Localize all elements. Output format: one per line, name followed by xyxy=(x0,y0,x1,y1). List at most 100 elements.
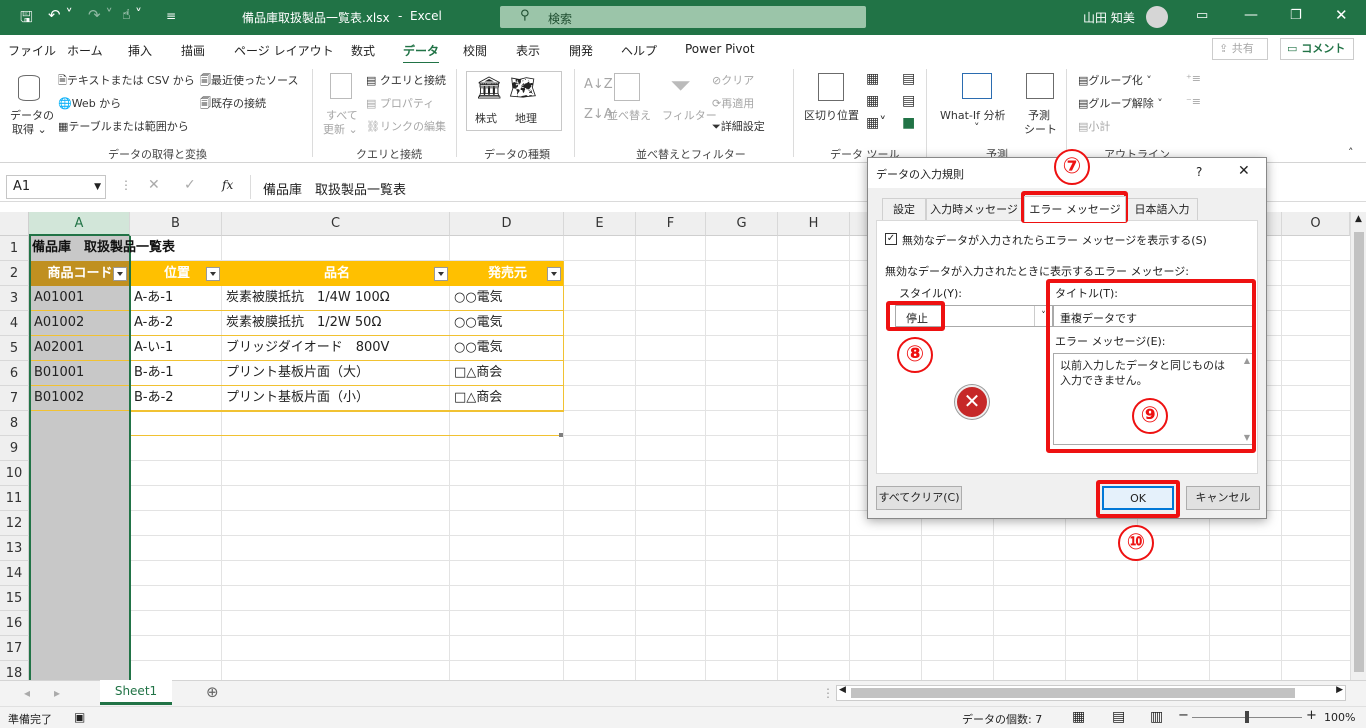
comments-button[interactable]: ▭ コメント xyxy=(1280,38,1354,60)
consolidate-icon[interactable]: ▤ xyxy=(902,71,915,87)
filter-dropdown-icon[interactable] xyxy=(206,267,220,281)
touch-mode-icon[interactable]: ☝ ˅ xyxy=(122,7,142,23)
drag-handle-icon[interactable]: ⋮ xyxy=(120,178,132,192)
text-to-columns-button[interactable]: 区切り位置 xyxy=(804,107,859,123)
tab-error-alert[interactable]: エラー メッセージ xyxy=(1024,196,1126,222)
filter-dropdown-icon[interactable] xyxy=(434,267,448,281)
table-cell[interactable]: A01002 xyxy=(31,311,129,336)
h-scroll-thumb[interactable] xyxy=(851,688,1295,698)
zoom-in-icon[interactable]: + xyxy=(1306,708,1317,723)
share-button[interactable]: ⇪ 共有 xyxy=(1212,38,1268,60)
flash-fill-icon[interactable]: ▦ xyxy=(866,71,879,87)
tab-page-layout[interactable]: ページ レイアウト xyxy=(234,42,334,59)
clear-all-button[interactable]: すべてクリア(C) xyxy=(876,486,962,510)
table-cell[interactable]: プリント基板片面（小） xyxy=(223,386,451,411)
sort-button[interactable]: 並べ替え xyxy=(607,107,651,123)
restore-icon[interactable]: ❐ xyxy=(1290,8,1302,23)
row-header[interactable]: 15 xyxy=(0,586,29,611)
row-header[interactable]: 17 xyxy=(0,636,29,661)
row-header[interactable]: 10 xyxy=(0,461,29,486)
geography-button[interactable]: 地理 xyxy=(515,110,537,126)
tab-settings[interactable]: 設定 xyxy=(882,198,926,220)
show-error-checkbox[interactable]: ✓ xyxy=(885,233,897,245)
what-if-button[interactable]: What-If 分析 xyxy=(940,107,1005,123)
tab-view[interactable]: 表示 xyxy=(516,42,540,59)
column-header[interactable]: O xyxy=(1282,212,1350,236)
stocks-button[interactable]: 株式 xyxy=(475,110,497,126)
column-header[interactable]: H xyxy=(778,212,850,236)
advanced-filter-button[interactable]: ⏷詳細設定 xyxy=(712,118,765,134)
table-cell[interactable]: A02001 xyxy=(31,336,129,361)
group-button[interactable]: ▤グループ化 ˅ xyxy=(1078,72,1152,88)
filter-dropdown-icon[interactable] xyxy=(113,267,127,281)
existing-connections-button[interactable]: 🗐既存の接続 xyxy=(200,95,266,114)
table-cell[interactable]: ○○電気 xyxy=(451,311,564,336)
column-header[interactable]: A xyxy=(29,212,130,236)
row-header[interactable]: 1 xyxy=(0,236,29,261)
tab-draw[interactable]: 描画 xyxy=(181,42,205,59)
sheet-tab-sheet1[interactable]: Sheet1 xyxy=(100,680,172,705)
table-cell[interactable]: A-あ-1 xyxy=(131,286,223,311)
table-cell[interactable]: B-あ-2 xyxy=(131,386,223,411)
row-header[interactable]: 18 xyxy=(0,661,29,680)
table-cell[interactable]: B-あ-1 xyxy=(131,361,223,386)
table-cell[interactable]: A-あ-2 xyxy=(131,311,223,336)
subtotal-button[interactable]: ▤小計 xyxy=(1078,118,1110,134)
page-layout-view-icon[interactable]: ▤ xyxy=(1112,709,1125,725)
row-header[interactable]: 11 xyxy=(0,486,29,511)
what-if-dropdown-icon[interactable]: ˅ xyxy=(974,121,980,134)
table-empty-row[interactable] xyxy=(131,411,563,436)
enter-entry-icon[interactable]: ✓ xyxy=(184,177,196,193)
table-cell[interactable]: ○○電気 xyxy=(451,336,564,361)
insert-function-icon[interactable]: fx xyxy=(222,178,233,192)
from-table-button[interactable]: ▦テーブルまたは範囲から xyxy=(58,118,189,134)
from-web-button[interactable]: 🌐Web から xyxy=(58,95,121,111)
row-header[interactable]: 9 xyxy=(0,436,29,461)
properties-button[interactable]: ▤ プロパティ xyxy=(366,95,434,111)
table-cell[interactable]: ブリッジダイオード 800V xyxy=(223,336,451,361)
vertical-scrollbar[interactable]: ▲ xyxy=(1350,212,1366,680)
remove-duplicates-icon[interactable]: ▦ xyxy=(866,93,879,109)
table-cell[interactable]: □△商会 xyxy=(451,386,564,411)
prev-sheet-icon[interactable]: ◂ xyxy=(24,686,30,700)
header-cell-location[interactable]: 位置 xyxy=(131,261,223,286)
sheet-title-cell[interactable]: 備品庫 取扱製品一覧表 xyxy=(29,236,329,261)
get-data-button[interactable]: 取得 ⌄ xyxy=(12,121,47,137)
row-header[interactable]: 2 xyxy=(0,261,29,286)
zoom-level[interactable]: 100% xyxy=(1324,711,1355,724)
refresh-all-button[interactable]: 更新 ⌄ xyxy=(323,121,358,137)
tab-file[interactable]: ファイル xyxy=(8,42,56,59)
table-cell[interactable]: A-い-1 xyxy=(131,336,223,361)
table-cell[interactable]: B01002 xyxy=(31,386,129,411)
tab-review[interactable]: 校閲 xyxy=(463,42,487,59)
dialog-close-icon[interactable]: ✕ xyxy=(1238,163,1250,179)
table-cell[interactable]: B01001 xyxy=(31,361,129,386)
normal-view-icon[interactable]: ▦ xyxy=(1072,709,1085,725)
column-header[interactable]: G xyxy=(706,212,778,236)
table-cell[interactable]: A01001 xyxy=(31,286,129,311)
tab-input-message[interactable]: 入力時メッセージ xyxy=(926,198,1022,220)
row-header[interactable]: 7 xyxy=(0,386,29,411)
tab-ime[interactable]: 日本語入力 xyxy=(1126,198,1198,220)
from-csv-button[interactable]: 🗎テキストまたは CSV から xyxy=(58,72,195,91)
column-header[interactable]: B xyxy=(130,212,222,236)
queries-button[interactable]: ▤ クエリと接続 xyxy=(366,72,446,88)
customize-qat-icon[interactable]: ≡ xyxy=(166,9,176,23)
scroll-up-icon[interactable]: ▲ xyxy=(1355,214,1362,224)
show-error-label[interactable]: 無効なデータが入力されたらエラー メッセージを表示する(S) xyxy=(902,232,1207,248)
row-header[interactable]: 8 xyxy=(0,411,29,436)
tab-split-handle[interactable]: ⋮ xyxy=(822,686,834,700)
tab-formulas[interactable]: 数式 xyxy=(351,42,375,59)
table-cell[interactable]: プリント基板片面（大） xyxy=(223,361,451,386)
relationships-icon[interactable]: ▤ xyxy=(902,93,915,109)
avatar[interactable] xyxy=(1146,6,1168,28)
forecast-sheet-button[interactable]: シート xyxy=(1024,121,1057,137)
table-cell[interactable]: 炭素被膜抵抗 1/4W 100Ω xyxy=(223,286,451,311)
row-header[interactable]: 13 xyxy=(0,536,29,561)
help-icon[interactable]: ? xyxy=(1196,165,1202,179)
data-model-icon[interactable]: ■ xyxy=(902,115,915,131)
tab-data[interactable]: データ xyxy=(403,42,440,65)
tab-developer[interactable]: 開発 xyxy=(569,42,593,59)
horizontal-scrollbar[interactable]: ◀ ▶ xyxy=(836,685,1346,701)
name-box[interactable]: A1 ▼ xyxy=(6,175,106,199)
